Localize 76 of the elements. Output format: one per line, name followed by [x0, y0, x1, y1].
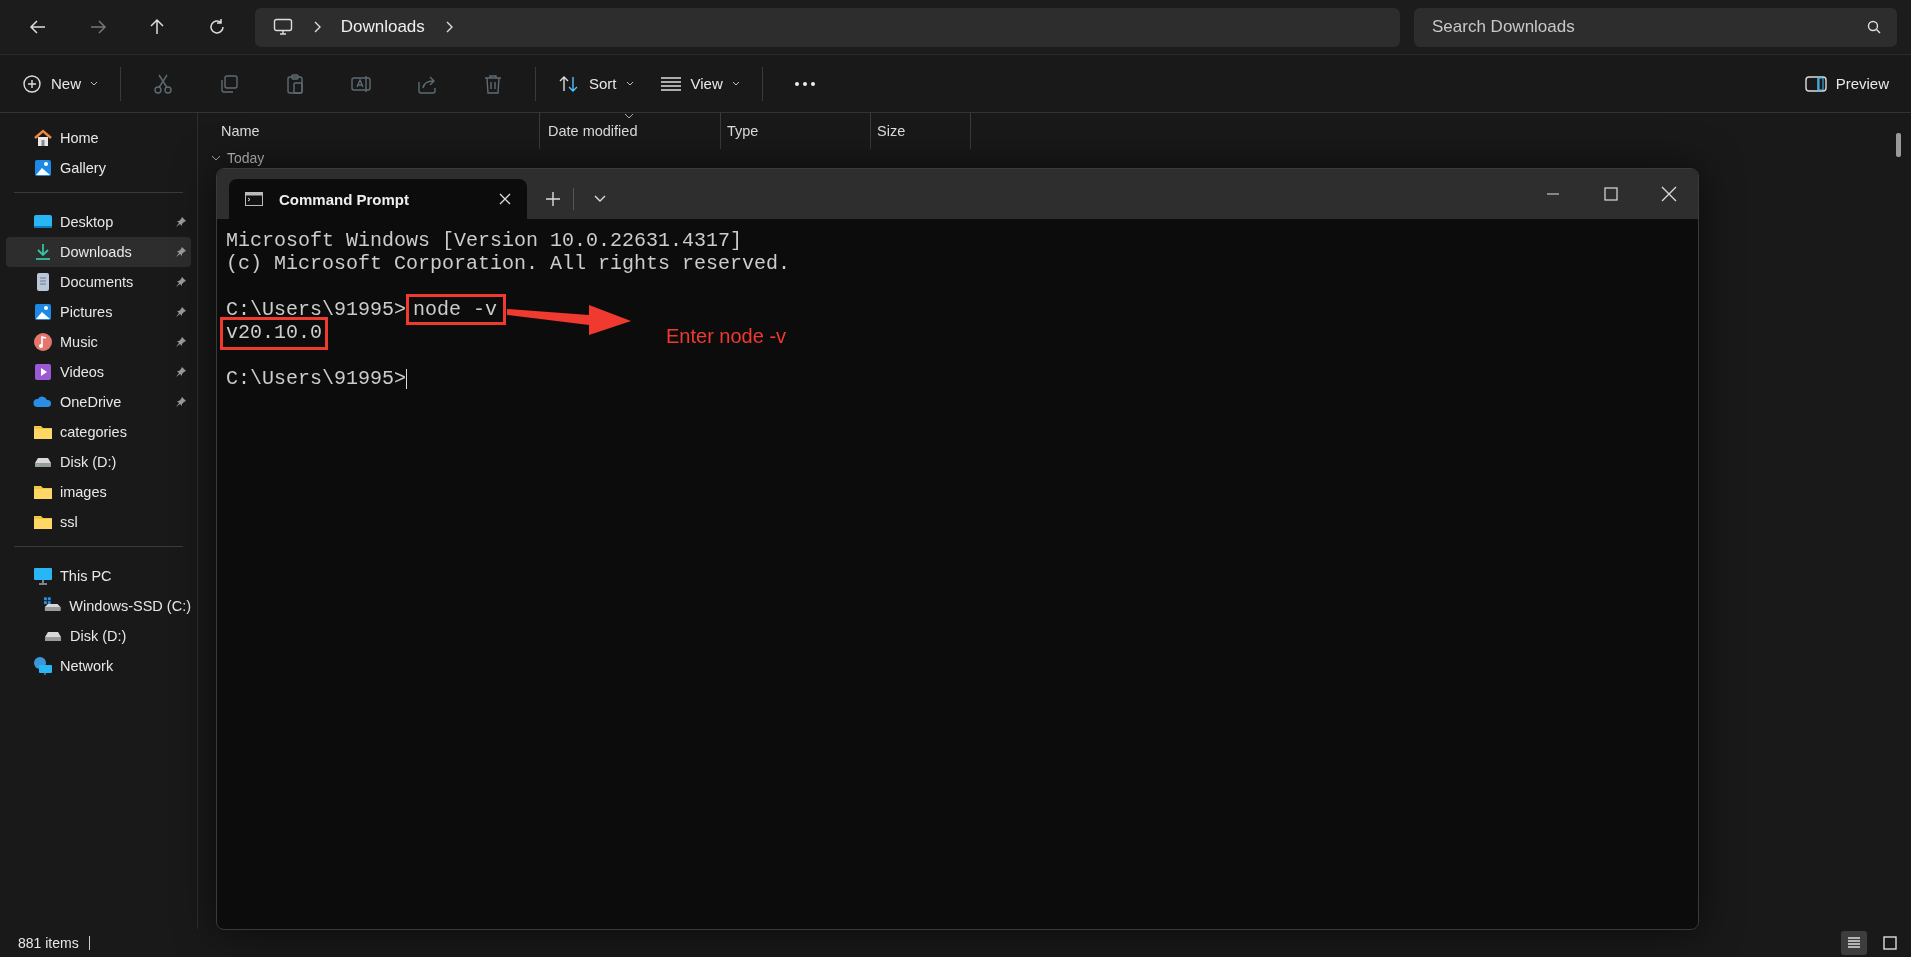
- breadcrumb[interactable]: Downloads: [340, 17, 425, 37]
- sidebar-item[interactable]: Disk (D:): [6, 447, 191, 477]
- console-output: (c) Microsoft Corporation. All rights reserved.: [226, 252, 791, 275]
- scrollbar[interactable]: [1896, 133, 1901, 157]
- sidebar-item[interactable]: images: [6, 477, 191, 507]
- sidebar-item[interactable]: categories: [6, 417, 191, 447]
- home-icon: [33, 128, 53, 148]
- sidebar-item[interactable]: Pictures: [6, 297, 191, 327]
- chevron-icon: [312, 21, 321, 33]
- sidebar-item[interactable]: Gallery: [6, 153, 191, 183]
- music-icon: [33, 332, 53, 352]
- close-icon: [1661, 186, 1677, 202]
- chevron-icon: [211, 154, 221, 162]
- console-prompt: C:\Users\91995>: [226, 367, 407, 390]
- gallery-icon: [33, 302, 53, 322]
- more-icon: [793, 80, 816, 87]
- sidebar-item[interactable]: OneDrive: [6, 387, 191, 417]
- text-cursor: [406, 368, 408, 389]
- forward-arrow-icon: [88, 18, 107, 36]
- caret-icon: [90, 80, 98, 87]
- downloads-icon: [33, 242, 53, 262]
- item-count: 881 items: [18, 935, 79, 951]
- caret-icon: [625, 80, 634, 87]
- preview-pane-icon: [1804, 74, 1827, 93]
- sidebar-item[interactable]: Downloads: [6, 237, 191, 267]
- column-label: Date modified: [548, 123, 638, 139]
- search-icon: [1867, 19, 1882, 34]
- caret-icon: [731, 80, 740, 87]
- terminal-icon: [245, 192, 263, 206]
- column-label: Type: [727, 123, 759, 139]
- maximize-icon: [1604, 187, 1618, 201]
- terminal-tab[interactable]: Command Prompt: [229, 179, 527, 219]
- sidebar-item[interactable]: This PC: [6, 561, 191, 591]
- refresh-icon: [207, 18, 226, 36]
- sidebar-item[interactable]: Home: [6, 123, 191, 153]
- plus-icon: [546, 192, 560, 206]
- sidebar-item[interactable]: Music: [6, 327, 191, 357]
- copy-icon: [218, 72, 240, 95]
- sidebar-item[interactable]: Videos: [6, 357, 191, 387]
- console-output: v20.10.0: [226, 321, 322, 344]
- preview-button[interactable]: Preview: [1794, 63, 1899, 104]
- paste-icon: [284, 72, 306, 95]
- sidebar-item[interactable]: Desktop: [6, 207, 191, 237]
- back-arrow-icon: [28, 18, 47, 36]
- console-output: Microsoft Windows [Version 10.0.22631.4317]: [226, 229, 743, 252]
- caret-icon: [594, 195, 606, 203]
- pc-icon: [33, 566, 53, 586]
- sidebar-item[interactable]: Windows-SSD (C:): [6, 591, 191, 621]
- gallery-icon: [33, 158, 53, 178]
- view-button[interactable]: View: [649, 63, 750, 104]
- plus-circle-icon: [22, 73, 42, 94]
- lines-icon: [659, 75, 682, 92]
- videos-icon: [33, 362, 53, 382]
- network-icon: [33, 656, 53, 676]
- address-bar[interactable]: Downloads: [254, 7, 1401, 47]
- tiles-view-icon: [1882, 935, 1898, 951]
- column-label: Name: [221, 123, 260, 139]
- sidebar-item[interactable]: ssl: [6, 507, 191, 537]
- new-button[interactable]: New: [12, 63, 108, 104]
- console-command: node -v: [412, 298, 498, 321]
- sidebar-item[interactable]: Network: [6, 651, 191, 681]
- cut-icon: [152, 72, 174, 95]
- sidebar-item[interactable]: Disk (D:): [6, 621, 191, 651]
- close-icon[interactable]: [499, 193, 511, 205]
- details-view-button[interactable]: [1841, 931, 1867, 955]
- delete-icon: [482, 72, 504, 95]
- chevron-icon: [444, 21, 453, 33]
- sidebar-item[interactable]: Documents: [6, 267, 191, 297]
- sort-button[interactable]: Sort: [548, 63, 644, 104]
- group-label: Today: [227, 150, 265, 166]
- details-view-icon: [1846, 935, 1862, 951]
- console-prompt: C:\Users\91995>: [226, 298, 407, 321]
- column-label: Size: [877, 123, 906, 139]
- annotation-label: Enter node -v: [666, 325, 787, 348]
- search-field[interactable]: Search Downloads: [1414, 7, 1898, 47]
- monitor-icon: [272, 18, 293, 36]
